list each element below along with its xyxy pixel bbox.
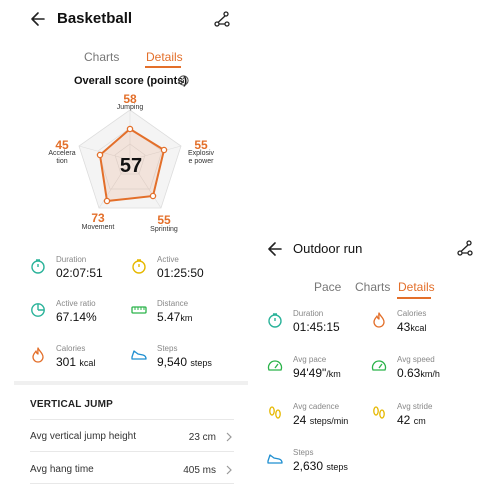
stat-value: 94'49"/km: [293, 366, 341, 380]
tab-details[interactable]: Details: [398, 280, 435, 294]
divider: [30, 451, 234, 452]
back-arrow-icon[interactable]: [30, 10, 46, 28]
stat-value: 0.63km/h: [397, 366, 440, 380]
movement-score: 73: [91, 211, 105, 225]
radar-point-explosive: [160, 146, 168, 154]
shoe-icon: [267, 454, 283, 464]
acceleration-label: Accelera tion: [48, 150, 76, 165]
sprinting-label: Sprinting: [150, 226, 178, 233]
flame-icon: [32, 347, 44, 363]
stat-value: 67.14%: [56, 310, 97, 324]
stat-value: 02:07:51: [56, 266, 103, 280]
info-icon[interactable]: [178, 75, 189, 86]
row-value: 405 ms: [183, 465, 216, 476]
stat-number: 43: [397, 320, 411, 334]
stat-label: Avg speed: [397, 355, 435, 364]
stopwatch-icon: [132, 259, 146, 274]
tab-charts[interactable]: Charts: [84, 50, 119, 64]
stat-label: Avg pace: [293, 355, 327, 364]
stat-unit: kcal: [410, 323, 427, 333]
stat-label: Calories: [56, 344, 86, 353]
gauge-icon: [267, 360, 283, 371]
footprints-icon: [373, 406, 385, 419]
stat-label: Active ratio: [56, 299, 96, 308]
stat-unit: kcal: [79, 358, 96, 368]
flame-icon: [373, 312, 385, 328]
radar-point-sprinting: [149, 192, 157, 200]
ruler-icon: [131, 306, 147, 314]
stat-number: 9,540: [157, 355, 188, 369]
stat-label: Distance: [157, 299, 189, 308]
stat-label: Active: [157, 255, 179, 264]
stat-unit: steps/min: [309, 416, 349, 426]
stat-number: 42: [397, 413, 411, 427]
explosive-power-label: Explosiv e power: [187, 150, 215, 165]
basketball-screen: Basketball Charts Details Overall score …: [0, 0, 248, 497]
overall-score-title: Overall score (points): [74, 75, 188, 87]
chevron-right-icon: [226, 465, 232, 475]
movement-label: Movement: [81, 224, 115, 231]
row-value: 23 cm: [188, 432, 216, 443]
stat-value: 43kcal: [397, 320, 426, 334]
stat-number: 2,630: [293, 459, 324, 473]
stat-label: Avg cadence: [293, 402, 340, 411]
tab-charts[interactable]: Charts: [355, 280, 390, 294]
stat-unit: km: [180, 313, 193, 323]
stat-label: Steps: [293, 448, 314, 457]
stat-unit: cm: [413, 416, 426, 426]
stat-value: 9,540 steps: [157, 355, 212, 369]
stat-label: Duration: [56, 255, 87, 264]
stopwatch-icon: [31, 259, 45, 274]
stat-unit: steps: [190, 358, 212, 368]
section-title: VERTICAL JUMP: [30, 399, 113, 410]
stat-number: 301: [56, 355, 77, 369]
chevron-right-icon: [226, 432, 232, 442]
stat-label: Steps: [157, 344, 178, 353]
divider: [30, 483, 234, 484]
gauge-icon: [371, 360, 387, 371]
share-icon[interactable]: [457, 240, 473, 256]
stopwatch-icon: [268, 313, 282, 328]
page-title: Basketball: [57, 10, 133, 27]
radar-point-jumping: [126, 125, 134, 133]
radar-point-acceleration: [96, 151, 104, 159]
tab-pace[interactable]: Pace: [314, 280, 341, 294]
stat-value: 2,630 steps: [293, 459, 348, 473]
back-arrow-icon[interactable]: [267, 240, 283, 258]
active-tab-indicator: [397, 297, 431, 299]
share-icon[interactable]: [214, 11, 230, 27]
stat-label: Calories: [397, 309, 427, 318]
radar-point-movement: [103, 197, 111, 205]
section-divider: [14, 381, 248, 385]
divider: [30, 419, 234, 420]
stat-value: 301 kcal: [56, 355, 95, 369]
pie-chart-icon: [31, 303, 45, 317]
outdoor-run-screen: Outdoor run Pace Charts Details Duration…: [248, 0, 481, 497]
stat-number: 5.47: [157, 310, 181, 324]
stat-unit: steps: [326, 462, 348, 472]
jumping-label: Jumping: [116, 104, 144, 111]
tab-details[interactable]: Details: [146, 50, 183, 64]
stat-number: 0.63: [397, 366, 421, 380]
footprints-icon: [269, 406, 281, 419]
stat-label: Duration: [293, 309, 324, 318]
stat-value: 5.47km: [157, 310, 192, 324]
page-title: Outdoor run: [293, 241, 363, 256]
stat-unit: /km: [326, 369, 341, 379]
stat-value: 24 steps/min: [293, 413, 348, 427]
stat-value: 01:25:50: [157, 266, 204, 280]
stat-unit: km/h: [420, 369, 440, 379]
overall-score-value: 57: [119, 155, 143, 177]
stat-value: 01:45:15: [293, 320, 340, 334]
stat-number: 94'49": [293, 366, 327, 380]
stat-value: 42 cm: [397, 413, 426, 427]
stat-label: Avg stride: [397, 402, 433, 411]
sprinting-score: 55: [157, 213, 171, 227]
tab-bar: Charts Details: [0, 50, 248, 70]
row-label: Avg hang time: [30, 464, 94, 475]
stat-number: 24: [293, 413, 307, 427]
shoe-icon: [131, 350, 147, 360]
active-tab-indicator: [145, 66, 181, 68]
row-label: Avg vertical jump height: [30, 431, 136, 442]
